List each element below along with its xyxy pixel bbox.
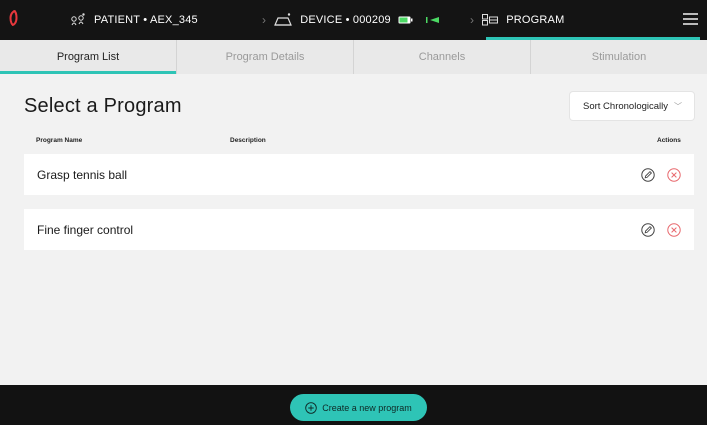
tab-bar: Program List Program Details Channels St… <box>0 40 707 74</box>
patient-breadcrumb[interactable]: PATIENT • AEX_345 <box>70 0 198 40</box>
tab-stimulation[interactable]: Stimulation <box>531 40 707 74</box>
sort-label: Sort Chronologically <box>583 100 669 112</box>
program-breadcrumb[interactable]: › PROGRAM <box>470 0 564 40</box>
column-header-name: Program Name <box>36 137 83 144</box>
create-program-label: Create a new program <box>322 402 412 413</box>
delete-icon[interactable] <box>667 168 681 182</box>
table-row[interactable]: Fine finger control <box>24 209 694 250</box>
chevron-right-icon: › <box>262 13 267 27</box>
tab-channels[interactable]: Channels <box>354 40 531 74</box>
program-name: Fine finger control <box>37 222 134 237</box>
patient-label: PATIENT • AEX_345 <box>94 14 198 26</box>
create-program-button[interactable]: Create a new program <box>290 394 427 421</box>
patient-icon <box>70 13 86 27</box>
table-row[interactable]: Grasp tennis ball <box>24 154 694 195</box>
tab-program-details[interactable]: Program Details <box>177 40 354 74</box>
chevron-down-icon: ﹀ <box>674 101 683 111</box>
device-label: DEVICE • 000209 <box>300 14 391 26</box>
program-icon <box>482 14 499 26</box>
battery-icon <box>398 16 413 24</box>
logo-icon <box>9 10 18 31</box>
signal-icon <box>425 16 440 24</box>
menu-icon[interactable] <box>683 13 698 25</box>
column-header-description: Description <box>230 137 266 144</box>
column-header-actions: Actions <box>657 137 681 144</box>
plus-circle-icon <box>305 401 317 414</box>
device-icon <box>274 13 293 27</box>
sort-dropdown[interactable]: Sort Chronologically ﹀ <box>570 92 694 120</box>
program-name: Grasp tennis ball <box>37 167 128 182</box>
chevron-right-icon: › <box>470 13 475 27</box>
page-title: Select a Program <box>24 95 182 117</box>
tab-program-list[interactable]: Program List <box>0 40 177 74</box>
top-bar: PATIENT • AEX_345 › DEVICE • 000209 › PR… <box>0 0 707 40</box>
device-breadcrumb[interactable]: › DEVICE • 000209 <box>262 0 440 40</box>
edit-icon[interactable] <box>641 223 655 237</box>
edit-icon[interactable] <box>641 168 655 182</box>
delete-icon[interactable] <box>667 223 681 237</box>
program-label: PROGRAM <box>506 14 565 26</box>
